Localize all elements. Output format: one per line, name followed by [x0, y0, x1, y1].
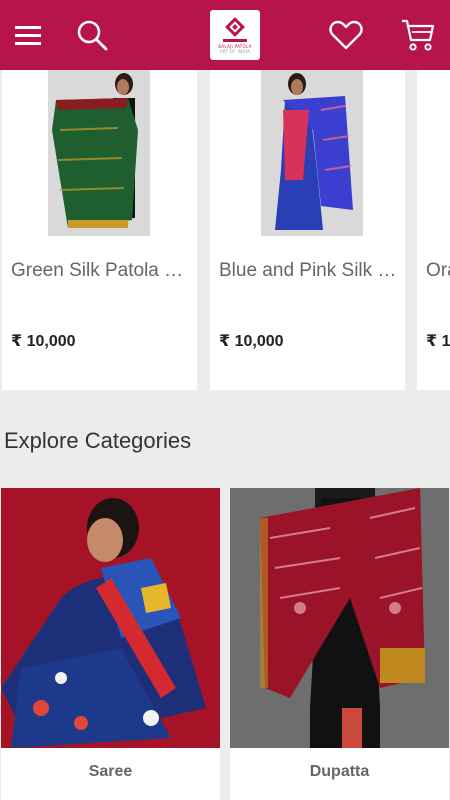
category-image[interactable] [1, 488, 220, 748]
cart-button[interactable] [390, 0, 446, 70]
hamburger-menu-icon [15, 26, 41, 45]
product-price: ₹ 10,000 [219, 333, 284, 350]
product-name: Green Silk Patola Dupatta [11, 260, 191, 281]
category-label: Dupatta [309, 763, 370, 780]
product-price: ₹ 10,000 [11, 333, 76, 350]
product-name: Orange Silk Patola Dupatta [426, 260, 450, 281]
product-image[interactable] [417, 70, 450, 236]
product-card[interactable]: Green Silk Patola Dupatta ₹ 10,000 [2, 70, 197, 390]
menu-button[interactable] [0, 0, 56, 70]
brand-logo[interactable]: BALAJI PATOLA ART OF INDIA [210, 10, 260, 60]
category-card-saree[interactable]: Saree [1, 488, 220, 800]
app-header: BALAJI PATOLA ART OF INDIA [0, 0, 450, 70]
product-name: Blue and Pink Silk Patola Dupatta [219, 260, 399, 281]
logo-emblem-icon [223, 17, 247, 42]
section-title: Explore Categories [4, 428, 192, 453]
logo-subtitle: ART OF INDIA [219, 49, 251, 54]
cart-icon [402, 19, 435, 51]
product-photo-blue-pink [261, 70, 363, 236]
heart-icon [329, 20, 363, 50]
dupatta-photo [230, 488, 449, 748]
product-price: ₹ 10,000 [426, 333, 450, 350]
product-card[interactable]: Orange Silk Patola Dupatta ₹ 10,000 [417, 70, 450, 390]
category-card-dupatta[interactable]: Dupatta [230, 488, 449, 800]
product-photo-green [48, 70, 150, 236]
product-carousel[interactable]: Green Silk Patola Dupatta ₹ 10,000 Blue … [0, 70, 450, 400]
search-button[interactable] [64, 0, 120, 70]
category-label: Saree [88, 763, 133, 780]
product-image[interactable] [48, 70, 150, 236]
product-card[interactable]: Blue and Pink Silk Patola Dupatta ₹ 10,0… [210, 70, 405, 390]
category-image[interactable] [230, 488, 449, 748]
saree-photo [1, 488, 220, 748]
search-icon [77, 20, 108, 51]
product-image[interactable] [261, 70, 363, 236]
wishlist-button[interactable] [318, 0, 374, 70]
